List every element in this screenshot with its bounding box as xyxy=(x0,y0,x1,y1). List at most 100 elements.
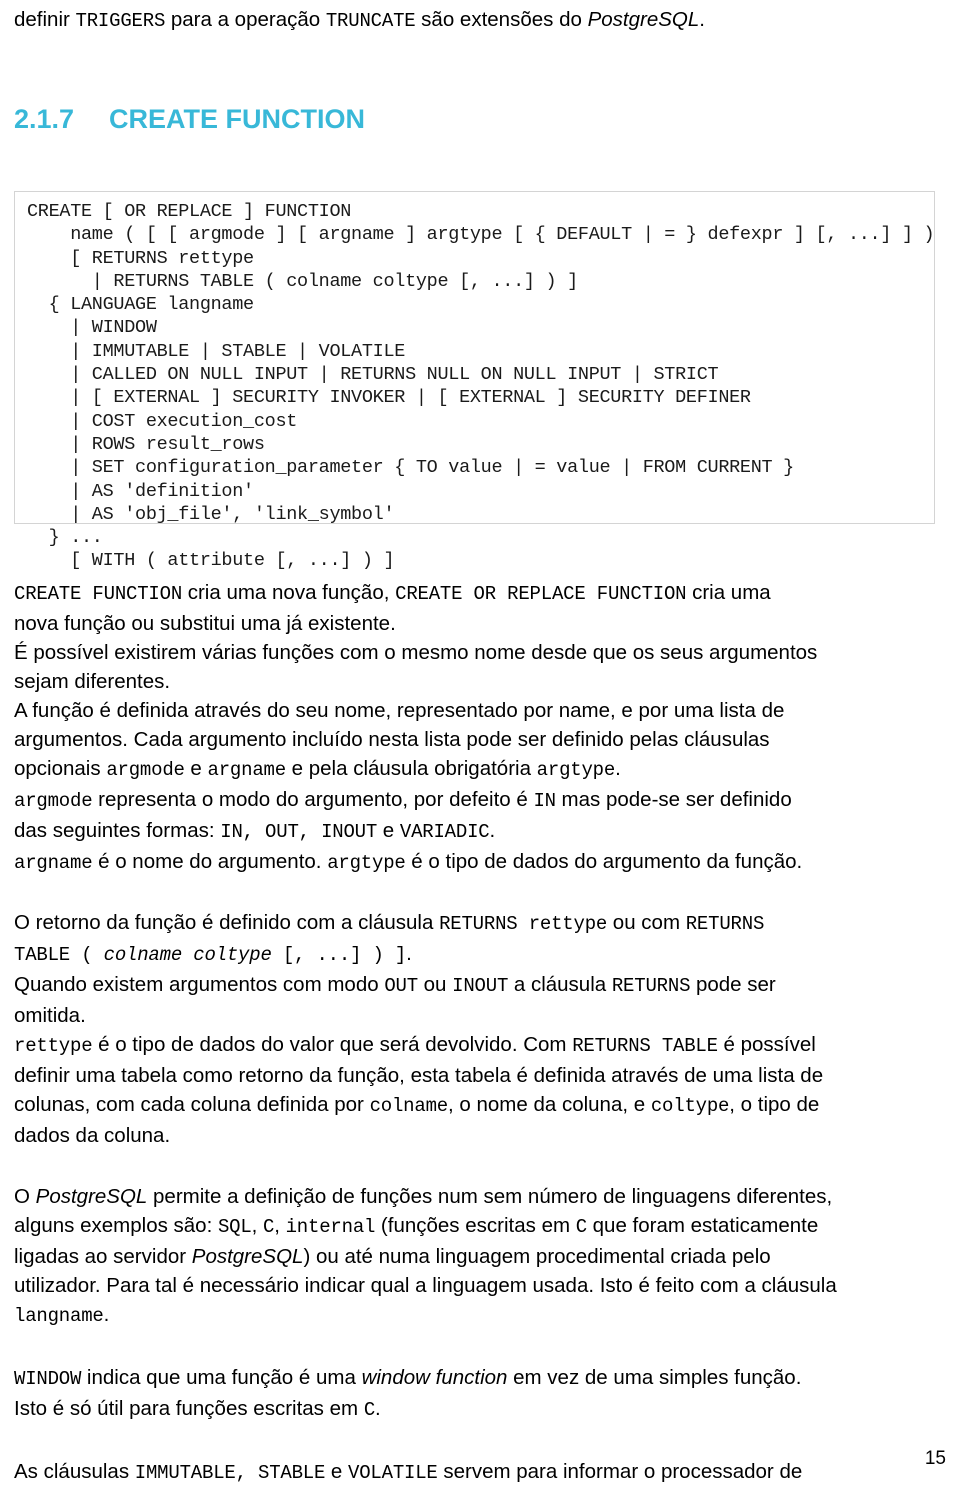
p9-text-g: que foram estaticamente xyxy=(586,1214,819,1237)
p9-code-c-1: C xyxy=(263,1216,275,1238)
paragraph-8-line-2: definir uma tabela como retorno da funçã… xyxy=(14,1064,824,1087)
intro-text-4: . xyxy=(699,8,705,31)
paragraph-9-line-5: langname. xyxy=(14,1300,946,1331)
intro-code-triggers: TRIGGERS xyxy=(75,10,166,32)
p9-text-i: ) ou até numa linguagem procedimental cr… xyxy=(303,1245,771,1268)
p7-text-c: a cláusula xyxy=(508,973,612,996)
p9-code-langname: langname xyxy=(14,1305,104,1327)
intro-code-truncate: TRUNCATE xyxy=(325,10,416,32)
page-number: 15 xyxy=(924,1448,946,1469)
paragraph-8-line-1: rettype é o tipo de dados do valor que s… xyxy=(14,1030,946,1061)
p10-text-d: . xyxy=(375,1397,381,1420)
paragraph-9-line-4: utilizador. Para tal é necessário indica… xyxy=(14,1274,837,1297)
p9-italic-postgresql-1: PostgreSQL xyxy=(35,1185,148,1208)
p10-code-window: WINDOW xyxy=(14,1368,82,1390)
p9-text-j: . xyxy=(103,1303,110,1326)
paragraph-2-line-2: sejam diferentes. xyxy=(14,670,171,693)
p6-code-colname-coltype: colname coltype xyxy=(103,944,272,966)
paragraph-6: O retorno da função é definido com a clá… xyxy=(14,908,946,970)
paragraph-7-line-1: Quando existem argumentos com modo OUT o… xyxy=(14,970,946,1001)
p8-text-e: , o tipo de xyxy=(729,1093,820,1116)
p7-code-out: OUT xyxy=(384,975,418,997)
p4-text-a: representa o modo do argumento, por defe… xyxy=(92,788,534,811)
p9-code-c-2: C xyxy=(575,1216,587,1238)
body-text: CREATE FUNCTION cria uma nova função, CR… xyxy=(14,578,946,1488)
p8-text-c: colunas, com cada coluna definida por xyxy=(14,1093,370,1116)
p7-text-a: Quando existem argumentos com modo xyxy=(14,973,385,996)
intro-text-1: definir xyxy=(14,8,76,31)
paragraph-4-line-1: argmode representa o modo do argumento, … xyxy=(14,785,946,816)
intro-continuation-line: definir TRIGGERS para a operação TRUNCAT… xyxy=(14,5,946,36)
section-title: CREATE FUNCTION xyxy=(109,104,365,134)
intro-italic-postgresql: PostgreSQL xyxy=(587,8,700,31)
paragraph-9-line-3: ligadas ao servidor PostgreSQL) ou até n… xyxy=(14,1242,946,1271)
p1-text-a: cria uma nova função, xyxy=(182,581,396,604)
paragraph-gap-1 xyxy=(14,878,946,908)
paragraph-9-line-2: alguns exemplos são: SQL, C, internal (f… xyxy=(14,1211,946,1242)
p3-text-a: opcionais xyxy=(14,757,107,780)
p10-text-b: em vez de uma simples função. xyxy=(507,1366,802,1389)
p8-code-rettype: rettype xyxy=(14,1035,93,1057)
p4-text-d: e xyxy=(377,819,400,842)
paragraph-10-line-2: Isto é só útil para funções escritas em … xyxy=(14,1394,946,1425)
paragraph-5-line-1: argname é o nome do argumento. argtype é… xyxy=(14,847,946,878)
p6-code-returns-rettype: RETURNS rettype xyxy=(439,913,608,935)
paragraph-1-line-1: CREATE FUNCTION cria uma nova função, CR… xyxy=(14,578,946,609)
p3-text-c: e pela cláusula obrigatória xyxy=(285,757,537,780)
paragraph-6-line-2: TABLE ( colname coltype [, ...] ) ]. xyxy=(14,939,946,970)
p4-code-variadic: VARIADIC xyxy=(399,821,490,843)
p8-code-colname: colname xyxy=(369,1095,449,1117)
p9-text-h: ligadas ao servidor xyxy=(14,1245,192,1268)
p5-code-argtype: argtype xyxy=(327,852,406,874)
p4-text-e: . xyxy=(489,819,496,842)
p4-text-b: mas pode-se ser definido xyxy=(555,788,792,811)
p4-code-argmode: argmode xyxy=(14,790,93,812)
paragraph-3: A função é definida através do seu nome,… xyxy=(14,696,946,785)
paragraph-5: argname é o nome do argumento. argtype é… xyxy=(14,847,946,878)
p5-text-b: é o tipo de dados do argumento da função… xyxy=(405,850,803,873)
p8-text-a: é o tipo de dados do valor que será devo… xyxy=(92,1033,573,1056)
p1-code-create-function: CREATE FUNCTION xyxy=(14,583,183,605)
paragraph-6-line-1: O retorno da função é definido com a clá… xyxy=(14,908,946,939)
p5-text-a: é o nome do argumento. xyxy=(92,850,328,873)
p9-text-f: (funções escritas em xyxy=(375,1214,576,1237)
document-page: definir TRIGGERS para a operação TRUNCAT… xyxy=(0,0,960,1494)
p5-code-argname: argname xyxy=(14,852,93,874)
section-number: 2.1.7 xyxy=(14,104,75,134)
p3-code-argmode: argmode xyxy=(106,759,185,781)
paragraph-1-line-2: nova função ou substitui uma já existent… xyxy=(14,612,396,635)
p9-code-internal: internal xyxy=(285,1216,376,1238)
p8-text-b: é possível xyxy=(717,1033,816,1056)
paragraph-1: CREATE FUNCTION cria uma nova função, CR… xyxy=(14,578,946,638)
intro-text-2: para a operação xyxy=(165,8,326,31)
p4-code-modes: IN, OUT, INOUT xyxy=(220,821,378,843)
paragraph-8-line-3: colunas, com cada coluna definida por co… xyxy=(14,1090,946,1121)
p9-italic-postgresql-2: PostgreSQL xyxy=(191,1245,304,1268)
paragraph-3-line-1: A função é definida através do seu nome,… xyxy=(14,699,785,722)
paragraph-3-line-2: argumentos. Cada argumento incluído nest… xyxy=(14,728,770,751)
paragraph-3-line-3: opcionais argmode e argname e pela cláus… xyxy=(14,754,946,785)
p6-text-a: O retorno da função é definido com a clá… xyxy=(14,911,440,934)
p4-text-c: das seguintes formas: xyxy=(14,819,221,842)
p8-code-coltype: coltype xyxy=(650,1095,730,1117)
p9-text-d: , xyxy=(251,1214,263,1237)
p9-code-sql: SQL xyxy=(217,1216,252,1238)
paragraph-9: O PostgreSQL permite a definição de funç… xyxy=(14,1182,946,1331)
p3-code-argtype: argtype xyxy=(536,759,616,781)
p7-text-b: ou xyxy=(417,973,453,996)
code-block-text: CREATE [ OR REPLACE ] FUNCTION name ( [ … xyxy=(27,201,935,572)
p10-text-a: indica que uma função é uma xyxy=(81,1366,362,1389)
code-block: CREATE [ OR REPLACE ] FUNCTION name ( [ … xyxy=(14,191,935,571)
paragraph-2-line-1: É possível existirem várias funções com … xyxy=(14,641,818,664)
paragraph-7-line-2: omitida. xyxy=(14,1004,86,1027)
p3-text-d: . xyxy=(615,757,621,780)
paragraph-10-line-1: WINDOW indica que uma função é uma windo… xyxy=(14,1363,946,1394)
p4-code-in: IN xyxy=(533,790,556,812)
paragraph-8-line-4: dados da coluna. xyxy=(14,1124,171,1147)
paragraph-4-line-2: das seguintes formas: IN, OUT, INOUT e V… xyxy=(14,816,946,847)
p7-text-d: pode ser xyxy=(690,973,776,996)
p1-code-create-or-replace-function: CREATE OR REPLACE FUNCTION xyxy=(395,583,687,605)
paragraph-9-line-1: O PostgreSQL permite a definição de funç… xyxy=(14,1182,946,1211)
paragraph-gap-2 xyxy=(14,1150,946,1182)
p10-code-c: C xyxy=(363,1399,376,1421)
